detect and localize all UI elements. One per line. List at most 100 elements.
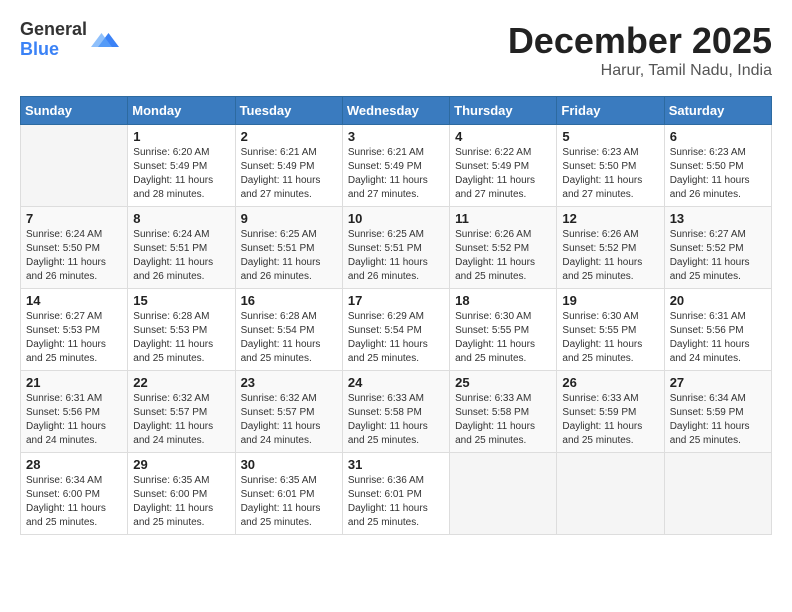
calendar-cell: 15Sunrise: 6:28 AMSunset: 5:53 PMDayligh… (128, 289, 235, 371)
day-number: 9 (241, 211, 337, 226)
day-number: 21 (26, 375, 122, 390)
day-info: Sunrise: 6:32 AMSunset: 5:57 PMDaylight:… (241, 392, 337, 448)
day-number: 1 (133, 129, 229, 144)
weekday-header-monday: Monday (128, 97, 235, 125)
calendar-cell: 5 Sunrise: 6:23 AMSunset: 5:50 PMDaylight… (557, 125, 664, 207)
day-info: Sunrise: 6:34 AMSunset: 6:00 PMDaylight:… (26, 474, 122, 530)
logo-icon (91, 26, 119, 54)
logo-general: General (20, 20, 87, 40)
day-info: Sunrise: 6:34 AMSunset: 5:59 PMDaylight:… (670, 392, 766, 448)
calendar-cell: 24 Sunrise: 6:33 AMSunset: 5:58 PMDayligh… (342, 371, 449, 453)
day-number: 5 (562, 129, 658, 144)
week-row-2: 7Sunrise: 6:24 AMSunset: 5:50 PMDaylight… (21, 207, 772, 289)
calendar-cell: 27 Sunrise: 6:34 AMSunset: 5:59 PMDayligh… (664, 371, 771, 453)
day-number: 7 (26, 211, 122, 226)
calendar-table: SundayMondayTuesdayWednesdayThursdayFrid… (20, 96, 772, 535)
calendar-cell: 31 Sunrise: 6:36 AMSunset: 6:01 PMDayligh… (342, 453, 449, 535)
week-row-3: 14 Sunrise: 6:27 AMSunset: 5:53 PMDayligh… (21, 289, 772, 371)
day-info: Sunrise: 6:23 AMSunset: 5:50 PMDaylight:… (562, 146, 658, 202)
day-info: Sunrise: 6:23 AMSunset: 5:50 PMDaylight:… (670, 146, 766, 202)
day-info: Sunrise: 6:28 AMSunset: 5:54 PMDaylight:… (241, 310, 337, 366)
day-info: Sunrise: 6:26 AMSunset: 5:52 PMDaylight:… (562, 228, 658, 284)
day-info: Sunrise: 6:22 AMSunset: 5:49 PMDaylight:… (455, 146, 551, 202)
calendar-cell: 23 Sunrise: 6:32 AMSunset: 5:57 PMDayligh… (235, 371, 342, 453)
calendar-cell: 1 Sunrise: 6:20 AMSunset: 5:49 PMDaylight… (128, 125, 235, 207)
day-number: 26 (562, 375, 658, 390)
title-block: December 2025 Harur, Tamil Nadu, India (508, 20, 772, 80)
day-number: 19 (562, 293, 658, 308)
day-info: Sunrise: 6:24 AMSunset: 5:51 PMDaylight:… (133, 228, 229, 284)
day-number: 2 (241, 129, 337, 144)
day-number: 25 (455, 375, 551, 390)
day-info: Sunrise: 6:36 AMSunset: 6:01 PMDaylight:… (348, 474, 444, 530)
weekday-header-sunday: Sunday (21, 97, 128, 125)
day-info: Sunrise: 6:20 AMSunset: 5:49 PMDaylight:… (133, 146, 229, 202)
day-info: Sunrise: 6:27 AMSunset: 5:53 PMDaylight:… (26, 310, 122, 366)
day-info: Sunrise: 6:31 AMSunset: 5:56 PMDaylight:… (670, 310, 766, 366)
calendar-cell: 4Sunrise: 6:22 AMSunset: 5:49 PMDaylight… (450, 125, 557, 207)
day-info: Sunrise: 6:31 AMSunset: 5:56 PMDaylight:… (26, 392, 122, 448)
day-number: 22 (133, 375, 229, 390)
day-number: 12 (562, 211, 658, 226)
calendar-cell: 22 Sunrise: 6:32 AMSunset: 5:57 PMDayligh… (128, 371, 235, 453)
calendar-cell (450, 453, 557, 535)
day-info: Sunrise: 6:32 AMSunset: 5:57 PMDaylight:… (133, 392, 229, 448)
logo: General Blue (20, 20, 119, 60)
week-row-4: 21 Sunrise: 6:31 AMSunset: 5:56 PMDayligh… (21, 371, 772, 453)
day-number: 8 (133, 211, 229, 226)
calendar-cell (664, 453, 771, 535)
location: Harur, Tamil Nadu, India (508, 62, 772, 80)
weekday-header-saturday: Saturday (664, 97, 771, 125)
day-info: Sunrise: 6:27 AMSunset: 5:52 PMDaylight:… (670, 228, 766, 284)
day-info: Sunrise: 6:33 AMSunset: 5:58 PMDaylight:… (455, 392, 551, 448)
logo-blue: Blue (20, 40, 87, 60)
day-info: Sunrise: 6:33 AMSunset: 5:59 PMDaylight:… (562, 392, 658, 448)
day-info: Sunrise: 6:26 AMSunset: 5:52 PMDaylight:… (455, 228, 551, 284)
day-info: Sunrise: 6:28 AMSunset: 5:53 PMDaylight:… (133, 310, 229, 366)
calendar-cell: 13 Sunrise: 6:27 AMSunset: 5:52 PMDayligh… (664, 207, 771, 289)
calendar-cell: 10 Sunrise: 6:25 AMSunset: 5:51 PMDayligh… (342, 207, 449, 289)
day-number: 24 (348, 375, 444, 390)
calendar-cell (557, 453, 664, 535)
day-info: Sunrise: 6:30 AMSunset: 5:55 PMDaylight:… (562, 310, 658, 366)
calendar-cell (21, 125, 128, 207)
calendar-cell: 18Sunrise: 6:30 AMSunset: 5:55 PMDayligh… (450, 289, 557, 371)
day-info: Sunrise: 6:33 AMSunset: 5:58 PMDaylight:… (348, 392, 444, 448)
day-number: 13 (670, 211, 766, 226)
day-info: Sunrise: 6:35 AMSunset: 6:00 PMDaylight:… (133, 474, 229, 530)
day-number: 18 (455, 293, 551, 308)
month-title: December 2025 (508, 20, 772, 62)
day-number: 31 (348, 457, 444, 472)
day-info: Sunrise: 6:35 AMSunset: 6:01 PMDaylight:… (241, 474, 337, 530)
calendar-cell: 26 Sunrise: 6:33 AMSunset: 5:59 PMDayligh… (557, 371, 664, 453)
week-row-1: 1 Sunrise: 6:20 AMSunset: 5:49 PMDaylight… (21, 125, 772, 207)
day-number: 6 (670, 129, 766, 144)
day-number: 27 (670, 375, 766, 390)
day-number: 23 (241, 375, 337, 390)
calendar-cell: 20 Sunrise: 6:31 AMSunset: 5:56 PMDayligh… (664, 289, 771, 371)
day-number: 29 (133, 457, 229, 472)
calendar-cell: 17Sunrise: 6:29 AMSunset: 5:54 PMDayligh… (342, 289, 449, 371)
day-number: 10 (348, 211, 444, 226)
day-number: 28 (26, 457, 122, 472)
day-number: 3 (348, 129, 444, 144)
calendar-cell: 16 Sunrise: 6:28 AMSunset: 5:54 PMDayligh… (235, 289, 342, 371)
calendar-cell: 19 Sunrise: 6:30 AMSunset: 5:55 PMDayligh… (557, 289, 664, 371)
day-number: 11 (455, 211, 551, 226)
calendar-cell: 28 Sunrise: 6:34 AMSunset: 6:00 PMDayligh… (21, 453, 128, 535)
day-info: Sunrise: 6:21 AMSunset: 5:49 PMDaylight:… (241, 146, 337, 202)
calendar-cell: 7Sunrise: 6:24 AMSunset: 5:50 PMDaylight… (21, 207, 128, 289)
calendar-cell: 21 Sunrise: 6:31 AMSunset: 5:56 PMDayligh… (21, 371, 128, 453)
weekday-header-row: SundayMondayTuesdayWednesdayThursdayFrid… (21, 97, 772, 125)
day-number: 14 (26, 293, 122, 308)
day-number: 16 (241, 293, 337, 308)
day-number: 30 (241, 457, 337, 472)
calendar-cell: 29 Sunrise: 6:35 AMSunset: 6:00 PMDayligh… (128, 453, 235, 535)
calendar-cell: 9Sunrise: 6:25 AMSunset: 5:51 PMDaylight… (235, 207, 342, 289)
day-info: Sunrise: 6:25 AMSunset: 5:51 PMDaylight:… (348, 228, 444, 284)
weekday-header-thursday: Thursday (450, 97, 557, 125)
week-row-5: 28 Sunrise: 6:34 AMSunset: 6:00 PMDayligh… (21, 453, 772, 535)
day-info: Sunrise: 6:21 AMSunset: 5:49 PMDaylight:… (348, 146, 444, 202)
logo-text: General Blue (20, 20, 87, 60)
day-number: 20 (670, 293, 766, 308)
